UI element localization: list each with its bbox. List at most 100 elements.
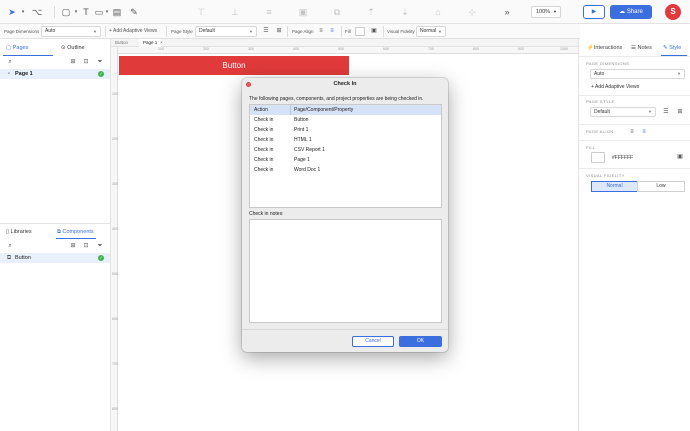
avatar[interactable]: S — [665, 4, 681, 20]
tab-notes[interactable]: ☰ Notes — [631, 42, 652, 54]
send-backward-icon[interactable]: ⇣ — [399, 6, 411, 18]
page-dimensions-heading: PAGE DIMENSIONS — [586, 61, 630, 66]
lightning-icon: ⚡ — [587, 45, 594, 51]
component-icon: ⧉ — [6, 255, 12, 261]
add-adaptive-views-link[interactable]: + Add Adaptive Views — [591, 84, 639, 90]
tab-components[interactable]: ⧉ Components — [57, 226, 94, 238]
fidelity-normal-button[interactable]: Normal — [591, 181, 638, 192]
visual-fidelity-label: Visual Fidelity — [387, 29, 415, 34]
page-style-value: Default — [199, 28, 215, 34]
preview-button[interactable]: ▶ — [583, 5, 605, 19]
bring-forward-icon[interactable]: ⇡ — [365, 6, 377, 18]
page-style-select[interactable]: Default ▼ — [195, 26, 257, 37]
page-style-heading: PAGE STYLE — [586, 99, 615, 104]
check-in-dialog: Check In The following pages, components… — [242, 78, 448, 352]
ungroup-icon[interactable]: ⧉ — [331, 6, 343, 18]
close-icon[interactable]: × — [158, 39, 165, 47]
page-style-label: Page Style — [171, 29, 193, 34]
cancel-button[interactable]: Cancel — [352, 336, 394, 347]
search-icon[interactable]: ⌕ — [6, 58, 14, 66]
fill-image-icon[interactable]: ▣ — [369, 26, 379, 37]
lock-icon[interactable]: ⌂ — [432, 6, 444, 18]
pages-icon: ▢ — [6, 45, 13, 51]
button-widget[interactable]: Button — [119, 56, 349, 75]
page-style-select[interactable]: Default ▼ — [590, 107, 656, 117]
tab-outline[interactable]: ⊙ Outline — [61, 42, 85, 54]
page-icon: ▫ — [7, 71, 11, 77]
list-item[interactable]: ⧉ Button ✓ — [0, 253, 110, 263]
table-row[interactable]: Check in Button — [250, 115, 441, 125]
filter-icon[interactable]: ⏷ — [96, 58, 104, 66]
left-panel: ▢ Pages ⊙ Outline ⌕ ⊞ ⊡ ⏷ ▫ Page 1 ✓ ▯ L… — [0, 39, 111, 431]
page-align-heading: PAGE ALIGN — [586, 129, 614, 134]
tab-libraries[interactable]: ▯ Libraries — [6, 226, 32, 238]
crop-icon[interactable]: ⊹ — [466, 6, 478, 18]
add-adaptive-views-link[interactable]: + Add Adaptive Views — [109, 24, 157, 39]
collapse-toolbar-icon[interactable]: » — [501, 6, 513, 18]
tab-button[interactable]: Button — [111, 39, 132, 47]
page-dimensions-select[interactable]: Auto ▼ — [41, 26, 101, 37]
add-page-icon[interactable]: ⊞ — [69, 58, 77, 66]
table-header: Action Page/Component/Property — [250, 105, 441, 115]
align-left-icon[interactable]: ≡ — [627, 127, 637, 138]
fill-swatch[interactable] — [591, 152, 605, 163]
image-tool-icon[interactable]: ▤ — [111, 6, 123, 18]
add-folder-icon[interactable]: ⊡ — [82, 242, 90, 250]
checked-in-icon: ✓ — [98, 71, 104, 77]
fill-hex-value[interactable]: #FFFFFF — [612, 155, 633, 161]
table-row[interactable]: Check in CSV Report 1 — [250, 145, 441, 155]
chevron-down-icon: ▼ — [249, 29, 253, 34]
align-top-icon[interactable]: ⊤ — [195, 6, 207, 18]
page-style-apply-icon[interactable]: ⊞ — [675, 107, 685, 118]
chevron-down-icon: ▼ — [553, 9, 557, 14]
table-row[interactable]: Check in Word Doc 1 — [250, 165, 441, 175]
page-dimensions-select[interactable]: Auto ▼ — [590, 69, 685, 79]
dialog-title: Check In — [333, 81, 357, 87]
chevron-down-icon: ▼ — [93, 29, 97, 34]
column-header-action[interactable]: Action — [254, 105, 268, 115]
chevron-down-icon[interactable]: ▾ — [17, 6, 29, 18]
page-style-apply-icon[interactable]: ⊞ — [274, 26, 284, 37]
check-in-notes-textarea[interactable] — [249, 219, 442, 323]
tab-interactions[interactable]: ⚡Interactions — [587, 42, 622, 54]
table-row[interactable]: Check in HTML 1 — [250, 135, 441, 145]
add-component-icon[interactable]: ⊞ — [69, 242, 77, 250]
list-item[interactable]: ▫ Page 1 ✓ — [0, 69, 110, 79]
tab-style[interactable]: ✎ Style — [663, 42, 681, 54]
tab-pages[interactable]: ▢ Pages — [6, 42, 28, 54]
fidelity-low-button[interactable]: Low — [637, 181, 685, 192]
horizontal-ruler: 100 200 300 400 500 600 700 800 900 1000 — [118, 47, 578, 54]
group-icon[interactable]: ▣ — [297, 6, 309, 18]
ok-button[interactable]: OK — [399, 336, 442, 347]
align-center-icon[interactable]: ≡ — [327, 26, 337, 37]
component-label: Button — [15, 255, 31, 261]
notes-label: Check in notes: — [249, 211, 284, 217]
align-center-icon[interactable]: ≡ — [639, 127, 649, 138]
right-panel: ⚡Interactions ☰ Notes ✎ Style PAGE DIMEN… — [578, 39, 690, 431]
column-header-item[interactable]: Page/Component/Property — [294, 105, 353, 115]
fill-label: Fill — [345, 29, 351, 34]
fill-heading: FILL — [586, 145, 596, 150]
table-row[interactable]: Check in Print 1 — [250, 125, 441, 135]
zoom-value: 100% — [536, 9, 551, 15]
text-tool-icon[interactable]: T — [80, 6, 92, 18]
share-label: Share — [626, 9, 643, 15]
share-button[interactable]: ☁ Share — [610, 5, 652, 19]
page-style-manage-icon[interactable]: ☰ — [661, 107, 671, 118]
visual-fidelity-select[interactable]: Normal ▼ — [416, 26, 446, 37]
filter-icon[interactable]: ⏷ — [96, 242, 104, 250]
table-row[interactable]: Check in Page 1 — [250, 155, 441, 165]
zoom-select[interactable]: 100% ▼ — [531, 6, 561, 18]
search-icon[interactable]: ⌕ — [6, 242, 14, 250]
fill-swatch[interactable] — [355, 27, 365, 36]
main-toolbar: ➤ ▾ ⌥ ▢ ▾ T ▭ ▾ ▤ ✎ ⊤ ⊥ ≡ ▣ ⧉ ⇡ ⇣ ⌂ ⊹ » … — [0, 0, 690, 24]
check-in-table: Action Page/Component/Property Check in B… — [249, 104, 442, 208]
align-middle-icon[interactable]: ⊥ — [229, 6, 241, 18]
add-folder-icon[interactable]: ⊡ — [82, 58, 90, 66]
pen-tool-icon[interactable]: ✎ — [128, 6, 140, 18]
distribute-icon[interactable]: ≡ — [263, 6, 275, 18]
fill-image-icon[interactable]: ▣ — [675, 152, 685, 163]
connector-tool-icon[interactable]: ⌥ — [31, 6, 43, 18]
align-left-icon[interactable]: ≡ — [316, 26, 326, 37]
page-style-manage-icon[interactable]: ☰ — [261, 26, 271, 37]
